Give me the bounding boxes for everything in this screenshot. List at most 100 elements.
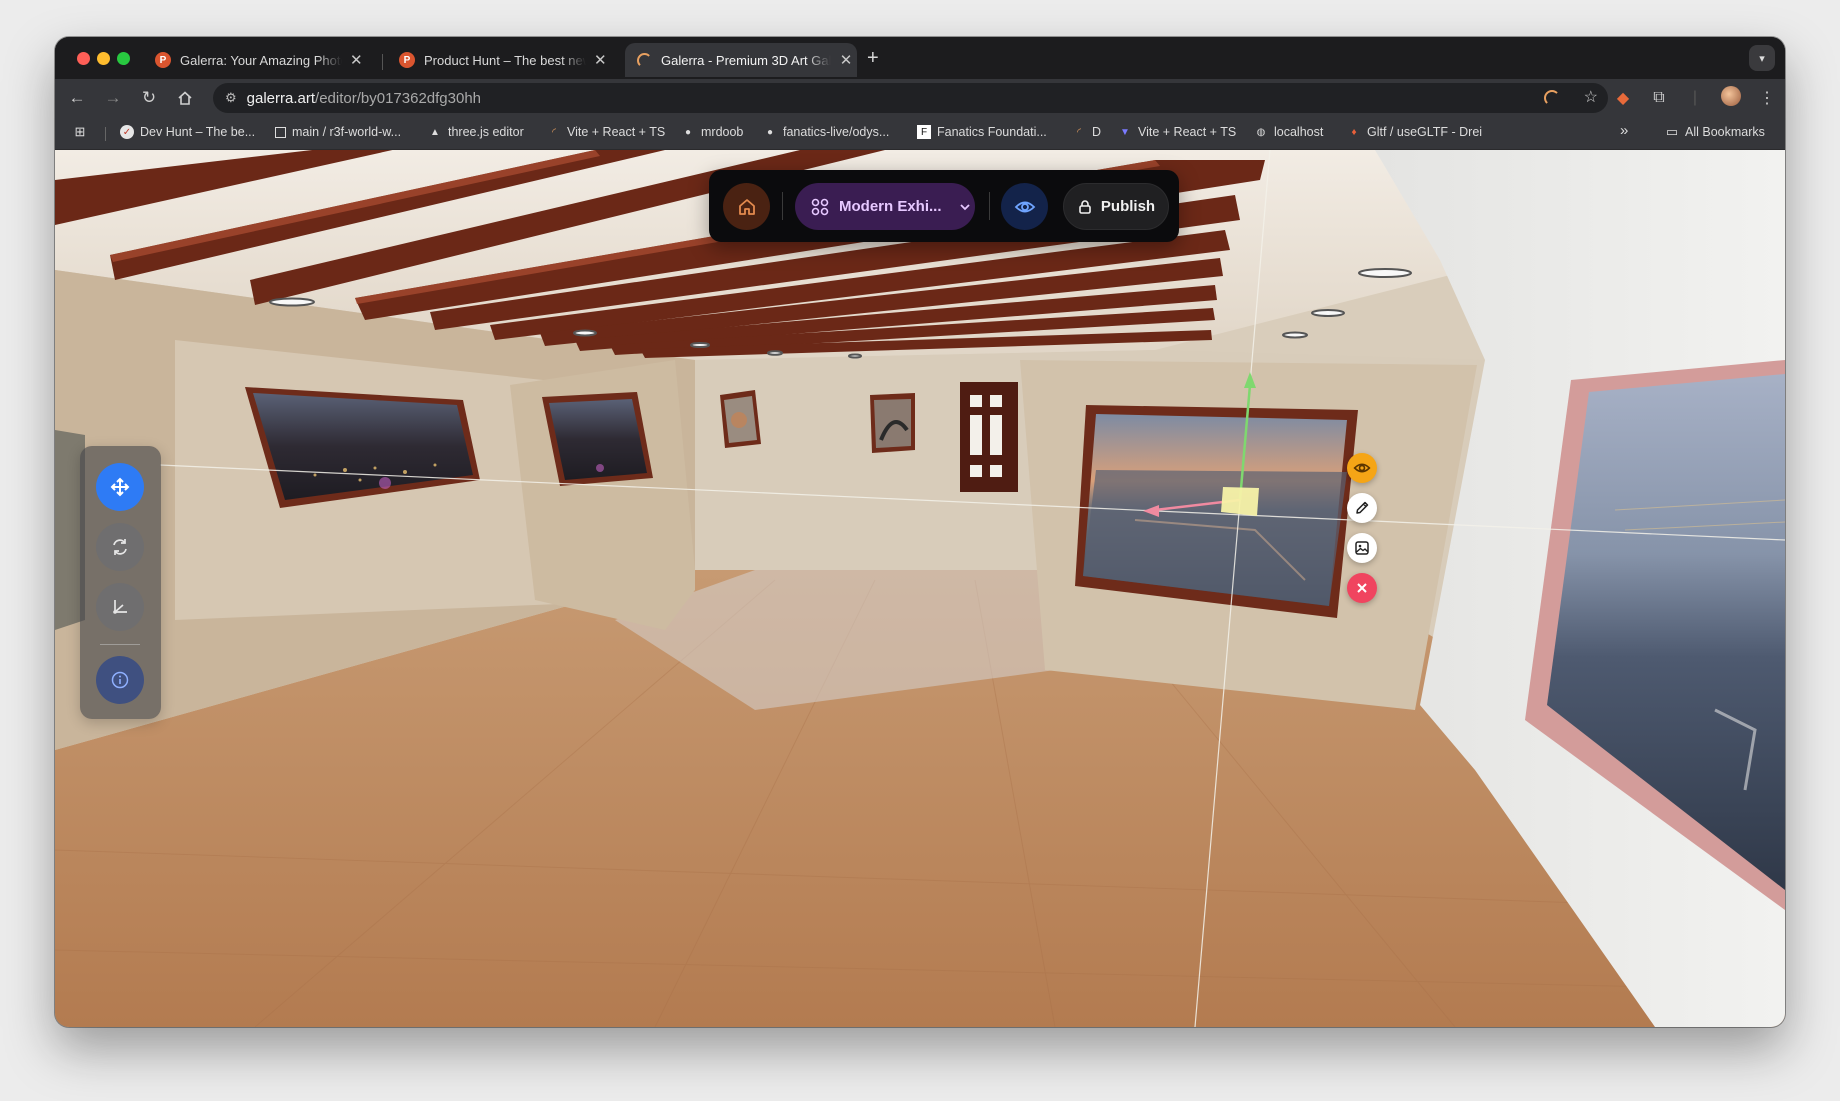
bookmarks-divider xyxy=(105,127,106,141)
tab-title: Galerra - Premium 3D Art Gallery xyxy=(661,52,831,68)
tab-galerra-photos[interactable]: P Galerra: Your Amazing Photos ✕ xyxy=(143,43,363,77)
rotate-tool-button[interactable] xyxy=(96,523,144,571)
url-path: /editor/by017362dfg30hh xyxy=(315,89,482,107)
eye-icon xyxy=(1353,463,1371,473)
github-icon: ● xyxy=(684,126,692,138)
fanatics-icon: F xyxy=(917,125,931,139)
gallery-selector-dropdown[interactable]: Modern Exhi... xyxy=(795,183,975,230)
close-tab-icon[interactable]: ✕ xyxy=(350,51,363,69)
artwork-edit-button[interactable] xyxy=(1347,493,1377,523)
bookmark-label: Vite + React + TS xyxy=(1138,125,1237,139)
all-bookmarks-button[interactable]: ▭ All Bookmarks xyxy=(1665,124,1765,139)
lock-icon xyxy=(1079,199,1091,214)
back-arrow-icon[interactable]: ← xyxy=(65,86,89,110)
forward-arrow-icon[interactable]: → xyxy=(101,86,125,110)
editor-top-toolbar: Modern Exhi... Publish xyxy=(709,170,1179,242)
toolbar-divider xyxy=(989,192,990,220)
tool-divider xyxy=(100,644,140,645)
maximize-window-button[interactable] xyxy=(117,52,130,65)
artwork-visibility-button[interactable] xyxy=(1347,453,1377,483)
home-page-icon[interactable] xyxy=(173,86,197,110)
extension-fox-icon[interactable]: ◆ xyxy=(1605,88,1641,108)
profile-avatar[interactable] xyxy=(1713,85,1749,111)
bookmark-label: D xyxy=(1092,125,1102,139)
bookmark-label: main / r3f-world-w... xyxy=(292,125,402,139)
extensions-area: ◆ ⧉ | ⋮ xyxy=(1605,79,1785,117)
bookmarks-overflow-icon[interactable]: » xyxy=(1620,122,1628,139)
threejs-triangle-icon: ▲ xyxy=(430,126,440,138)
bookmark-localhost[interactable]: ◍ localhost xyxy=(1254,125,1324,139)
publish-label: Publish xyxy=(1100,198,1156,215)
bookmark-vite-react-1[interactable]: ◜ Vite + React + TS xyxy=(547,125,665,139)
info-button[interactable] xyxy=(96,656,144,704)
folder-icon: ▭ xyxy=(1665,124,1679,139)
gallery-scene xyxy=(55,150,1785,1027)
tab-product-hunt[interactable]: P Product Hunt – The best new products ✕ xyxy=(387,43,607,77)
apps-grid-icon[interactable]: ⊞ xyxy=(73,124,93,139)
loading-indicator-icon xyxy=(1543,90,1560,106)
address-bar[interactable]: ⚙ galerra.art/editor/by017362dfg30hh ☆ xyxy=(213,83,1608,113)
info-icon xyxy=(111,671,129,689)
preview-button[interactable] xyxy=(1001,183,1048,230)
loading-icon: ◜ xyxy=(552,126,556,138)
grid-icon xyxy=(811,198,829,215)
close-tab-icon[interactable]: ✕ xyxy=(594,51,607,69)
rotate-icon xyxy=(113,539,127,555)
bookmark-gltf-drei[interactable]: ♦ Gltf / useGLTF - Drei xyxy=(1347,125,1482,139)
close-window-button[interactable] xyxy=(77,52,90,65)
loading-icon: ◜ xyxy=(1077,126,1081,138)
loading-spinner-icon xyxy=(637,52,652,68)
bookmark-label: Vite + React + TS xyxy=(567,125,666,139)
bookmark-fanatics-odyssey[interactable]: ● fanatics-live/odys... xyxy=(763,125,889,139)
devhunt-icon: ✓ xyxy=(120,125,134,139)
publish-button[interactable]: Publish xyxy=(1063,183,1169,230)
artwork-delete-button[interactable] xyxy=(1347,573,1377,603)
tab-search-chevron-icon[interactable]: ▾ xyxy=(1749,45,1775,71)
more-menu-icon[interactable]: ⋮ xyxy=(1749,88,1785,108)
move-tool-button[interactable] xyxy=(96,463,144,511)
bookmark-dev-hunt[interactable]: ✓ Dev Hunt – The be... xyxy=(120,125,255,139)
bookmark-label: fanatics-live/odys... xyxy=(783,125,890,139)
tab-title: Product Hunt – The best new products xyxy=(424,52,586,68)
square-icon xyxy=(275,126,286,138)
minimize-window-button[interactable] xyxy=(97,52,110,65)
close-tab-icon[interactable]: ✕ xyxy=(839,51,853,69)
bookmark-mrdoob[interactable]: ● mrdoob xyxy=(681,125,743,139)
bookmark-label: Fanatics Foundati... xyxy=(937,125,1047,139)
tab-galerra-gallery[interactable]: Galerra - Premium 3D Art Gallery ✕ xyxy=(625,43,857,77)
image-icon xyxy=(1355,541,1369,555)
site-settings-icon[interactable]: ⚙ xyxy=(225,90,237,106)
bookmark-label: All Bookmarks xyxy=(1685,125,1765,139)
reload-icon[interactable]: ↻ xyxy=(137,86,161,110)
bookmark-r3f-world[interactable]: main / r3f-world-w... xyxy=(275,125,401,139)
tab-title: Galerra: Your Amazing Photos xyxy=(180,52,342,68)
new-tab-button[interactable]: + xyxy=(867,47,879,70)
bookmark-label: Gltf / useGLTF - Drei xyxy=(1367,125,1483,139)
artwork-replace-image-button[interactable] xyxy=(1347,533,1377,563)
bookmark-star-icon[interactable]: ☆ xyxy=(1584,87,1598,107)
home-button[interactable] xyxy=(723,183,770,230)
bookmarks-bar: ⊞ ✓ Dev Hunt – The be... main / r3f-world… xyxy=(55,117,1785,150)
bookmark-vite-react-2[interactable]: ▼ Vite + React + TS xyxy=(1118,125,1236,139)
url-host: galerra.art xyxy=(246,89,316,107)
browser-window: P Galerra: Your Amazing Photos ✕ P Produ… xyxy=(55,37,1785,1027)
bookmark-fanatics-foundation[interactable]: F Fanatics Foundati... xyxy=(917,125,1047,139)
product-hunt-favicon-icon: P xyxy=(399,52,415,68)
vite-icon: ▼ xyxy=(1120,126,1130,138)
extensions-puzzle-icon[interactable]: ⧉ xyxy=(1641,89,1677,107)
transform-tool-panel xyxy=(80,446,161,719)
tab-separator xyxy=(382,54,383,70)
toolbar-divider xyxy=(782,192,783,220)
eye-icon xyxy=(1014,201,1035,212)
tab-strip: P Galerra: Your Amazing Photos ✕ P Produ… xyxy=(55,37,1785,79)
gallery-3d-canvas[interactable]: Modern Exhi... Publish xyxy=(55,150,1785,1027)
toolbar-divider: | xyxy=(1692,89,1698,106)
bookmark-d[interactable]: ◜ D xyxy=(1072,125,1101,139)
bookmark-threejs-editor[interactable]: ▲ three.js editor xyxy=(428,125,524,139)
gallery-name: Modern Exhi... xyxy=(839,198,942,215)
bookmark-label: mrdoob xyxy=(701,125,744,139)
drei-icon: ♦ xyxy=(1351,126,1357,138)
scale-axes-icon xyxy=(113,600,127,614)
scale-tool-button[interactable] xyxy=(96,583,144,631)
product-hunt-favicon-icon: P xyxy=(155,52,171,68)
